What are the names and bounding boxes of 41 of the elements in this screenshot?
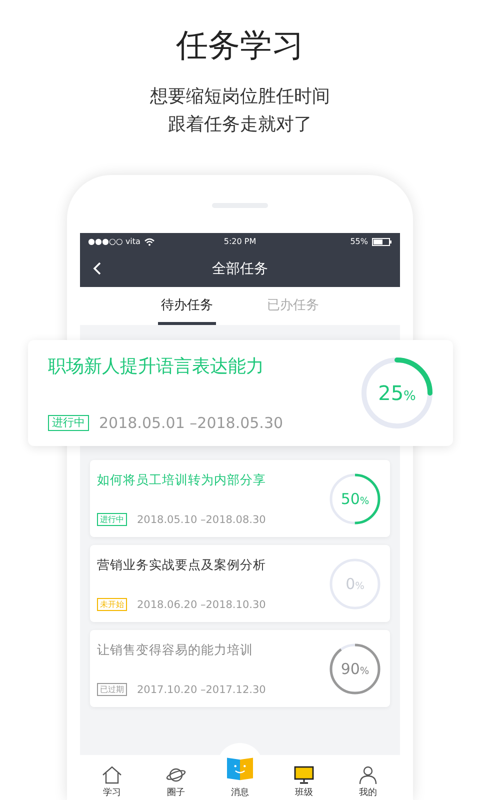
battery-icon [372,238,392,246]
nav-item[interactable]: 班级 [279,755,329,800]
book-face-icon [225,755,255,781]
task-title: 让销售变得容易的能力培训 [97,642,254,659]
progress-percent: 50% [340,490,370,508]
carrier-text: ●●●○○ vita [88,237,140,246]
page-title: 任务学习 [176,25,304,65]
wifi-icon [144,238,156,246]
battery-percent: 55% [350,237,368,246]
task-title: 如何将员工培训转为内部分享 [97,472,267,489]
status-tag: 进行中 [48,415,89,431]
progress-ring [329,472,381,524]
task-dates: 2018.06.20 –2018.10.30 [137,598,266,610]
status-tag: 未开始 [97,598,127,611]
planet-icon [166,766,186,784]
home-icon [102,766,122,784]
task-dates: 2018.05.01 –2018.05.30 [99,414,284,432]
subtitle-line: 跟着任务走就对了 [168,113,312,137]
monitor-icon [294,766,314,784]
back-icon[interactable] [93,262,101,275]
task-dates: 2018.05.10 –2018.08.30 [137,514,266,526]
progress-ring [361,357,433,429]
nav-item[interactable]: 圈子 [151,755,201,800]
task-title: 职场新人提升语言表达能力 [48,355,265,378]
progress-ring [329,558,381,610]
status-tag: 已过期 [97,683,127,696]
task-card[interactable]: 让销售变得容易的能力培训 已过期 2017.10.20 –2017.12.30 90% [90,630,390,707]
task-title: 营销业务实战要点及案例分析 [97,557,267,574]
subtitle-line: 想要缩短岗位胜任时间 [150,85,330,109]
nav-item[interactable]: 我的 [343,755,393,800]
nav-item[interactable]: 消息 [215,755,265,800]
progress-percent: 90% [340,660,370,678]
status-tag: 进行中 [97,513,127,526]
progress-percent: 25% [378,381,416,405]
progress-ring [329,642,381,694]
nav-item[interactable]: 学习 [87,755,137,800]
tab[interactable]: 待办任务 [158,287,216,325]
screen-title: 全部任务 [212,260,268,278]
person-icon [358,766,378,784]
task-dates: 2017.10.20 –2017.12.30 [137,684,266,696]
status-time: 5:20 PM [224,237,256,246]
